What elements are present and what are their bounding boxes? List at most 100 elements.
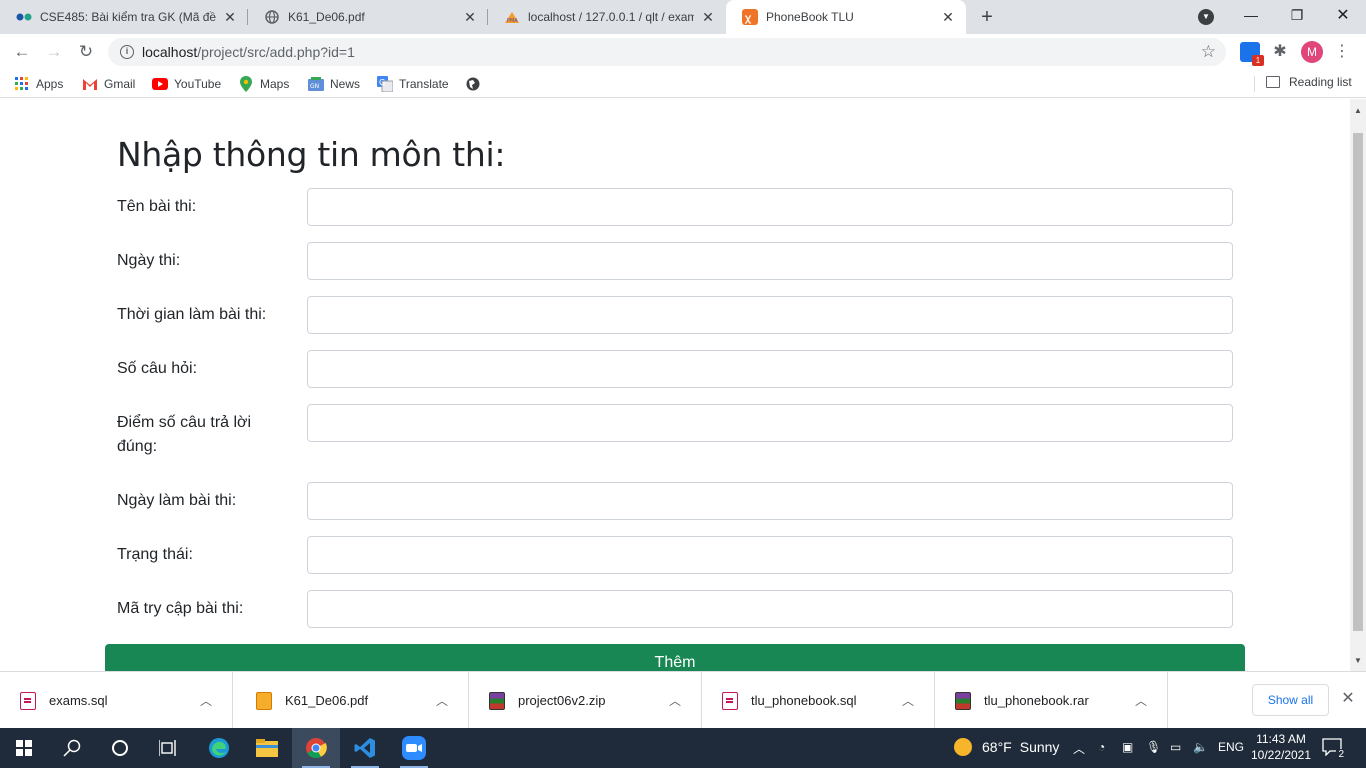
diem-so-input[interactable] bbox=[307, 404, 1233, 442]
page-scrollbar[interactable]: ▲ ▼ bbox=[1350, 99, 1366, 671]
translate-icon: G bbox=[377, 76, 393, 92]
download-item[interactable]: tlu_phonebook.rar ︿ bbox=[935, 672, 1168, 729]
browser-toolbar: ← → ↻ i localhost/project/src/add.php?id… bbox=[0, 34, 1366, 70]
svg-text:GN: GN bbox=[310, 83, 319, 90]
new-tab-button[interactable]: + bbox=[976, 6, 998, 28]
sql-file-icon bbox=[722, 691, 738, 710]
so-cau-hoi-input[interactable] bbox=[307, 350, 1233, 388]
restore-icon[interactable]: ❐ bbox=[1274, 0, 1320, 30]
chevron-up-icon[interactable]: ︿ bbox=[1073, 740, 1085, 757]
bookmark-star-icon[interactable]: ☆ bbox=[1201, 42, 1216, 62]
bookmark-label: YouTube bbox=[174, 77, 222, 91]
microphone-icon[interactable]: 🎙 bbox=[1146, 740, 1161, 754]
back-arrow-icon[interactable]: ← bbox=[10, 40, 34, 64]
wifi-icon[interactable]: ◔ bbox=[1098, 740, 1105, 754]
reading-list-icon bbox=[1266, 76, 1280, 88]
svg-text:PMA: PMA bbox=[507, 18, 518, 24]
reading-list-button[interactable]: Reading list bbox=[1266, 75, 1352, 89]
extension-badge: 1 bbox=[1252, 55, 1264, 66]
reading-list-label: Reading list bbox=[1289, 75, 1352, 89]
tab-close-icon[interactable]: ✕ bbox=[940, 9, 956, 25]
chevron-up-icon[interactable]: ︿ bbox=[434, 692, 450, 709]
site-info-icon[interactable]: i bbox=[120, 45, 134, 59]
chrome-icon[interactable] bbox=[292, 728, 340, 768]
notification-icon[interactable]: 2 bbox=[1322, 738, 1346, 760]
profile-avatar[interactable]: M bbox=[1301, 41, 1323, 63]
bookmark-globe[interactable] bbox=[465, 75, 487, 93]
tab-search-icon[interactable]: ▼ bbox=[1198, 9, 1214, 25]
edge-icon[interactable] bbox=[195, 728, 243, 768]
bookmark-translate[interactable]: G Translate bbox=[377, 75, 449, 93]
thoi-gian-input[interactable] bbox=[307, 296, 1233, 334]
download-filename: exams.sql bbox=[49, 693, 108, 708]
ten-bai-thi-input[interactable] bbox=[307, 188, 1233, 226]
clock-time: 11:43 AM bbox=[1256, 732, 1306, 746]
zoom-icon[interactable] bbox=[390, 728, 438, 768]
chevron-up-icon[interactable]: ︿ bbox=[1133, 692, 1149, 709]
apps-grid-icon bbox=[14, 76, 30, 92]
cortana-icon[interactable] bbox=[96, 728, 144, 768]
scroll-up-arrow-icon[interactable]: ▲ bbox=[1350, 103, 1366, 119]
search-icon[interactable] bbox=[48, 728, 96, 768]
bookmark-apps[interactable]: Apps bbox=[14, 75, 63, 93]
reload-icon[interactable]: ↻ bbox=[74, 40, 98, 64]
tab-title: CSE485: Bài kiểm tra GK (Mã đề 0 bbox=[40, 10, 216, 24]
page-viewport: Nhập thông tin môn thi: Tên bài thi: Ngà… bbox=[0, 99, 1350, 671]
file-explorer-icon[interactable] bbox=[243, 728, 291, 768]
label-ma-truy-cap: Mã try cập bài thi: bbox=[117, 600, 244, 617]
chevron-up-icon[interactable]: ︿ bbox=[198, 692, 214, 709]
download-item[interactable]: K61_De06.pdf ︿ bbox=[236, 672, 469, 729]
bookmark-label: Translate bbox=[399, 77, 449, 91]
tab-cse485[interactable]: CSE485: Bài kiểm tra GK (Mã đề 0 ✕ bbox=[0, 0, 248, 34]
label-thoi-gian: Thời gian làm bài thi: bbox=[117, 306, 267, 323]
address-bar[interactable]: i localhost/project/src/add.php?id=1 ☆ bbox=[108, 38, 1226, 66]
xampp-icon: ꭓ bbox=[742, 9, 758, 25]
download-item[interactable]: project06v2.zip ︿ bbox=[469, 672, 702, 729]
vscode-icon[interactable] bbox=[341, 728, 389, 768]
page-title: Nhập thông tin môn thi: bbox=[117, 135, 506, 174]
download-item[interactable]: tlu_phonebook.sql ︿ bbox=[702, 672, 935, 729]
bookmark-gmail[interactable]: Gmail bbox=[82, 75, 135, 93]
scroll-down-arrow-icon[interactable]: ▼ bbox=[1350, 653, 1366, 669]
system-clock[interactable]: 11:43 AM 10/22/2021 bbox=[1249, 731, 1313, 763]
scroll-thumb[interactable] bbox=[1353, 133, 1363, 631]
bookmark-maps[interactable]: Maps bbox=[238, 75, 289, 93]
ngay-lam-bai-input[interactable] bbox=[307, 482, 1233, 520]
extension-icon[interactable]: 1 bbox=[1240, 42, 1264, 66]
close-icon[interactable]: ✕ bbox=[1340, 691, 1356, 707]
battery-icon[interactable]: ▭ bbox=[1170, 740, 1181, 754]
tab-close-icon[interactable]: ✕ bbox=[222, 9, 238, 25]
volume-icon[interactable]: 🔈 bbox=[1193, 740, 1208, 754]
task-view-icon[interactable] bbox=[144, 728, 192, 768]
window-close-icon[interactable]: ✕ bbox=[1320, 0, 1366, 30]
weather-widget[interactable]: 68°F Sunny bbox=[954, 738, 1059, 756]
chevron-up-icon[interactable]: ︿ bbox=[667, 692, 683, 709]
tab-phonebook[interactable]: ꭓ PhoneBook TLU ✕ bbox=[726, 0, 966, 34]
bookmarks-divider bbox=[1254, 76, 1255, 92]
trang-thai-input[interactable] bbox=[307, 536, 1233, 574]
bookmark-youtube[interactable]: YouTube bbox=[152, 75, 221, 93]
globe-icon bbox=[465, 76, 481, 92]
show-all-button[interactable]: Show all bbox=[1252, 684, 1329, 716]
url-host: localhost bbox=[142, 44, 198, 60]
tab-close-icon[interactable]: ✕ bbox=[462, 9, 478, 25]
bookmark-news[interactable]: GN News bbox=[308, 75, 360, 93]
clock-date: 10/22/2021 bbox=[1250, 748, 1312, 762]
download-item[interactable]: exams.sql ︿ bbox=[0, 672, 233, 729]
chevron-up-icon[interactable]: ︿ bbox=[900, 692, 916, 709]
device-icon[interactable]: ▣ bbox=[1122, 740, 1133, 754]
them-submit-button[interactable]: Thêm bbox=[105, 644, 1245, 671]
weather-temp: 68°F bbox=[982, 739, 1012, 755]
forward-arrow-icon[interactable]: → bbox=[42, 40, 66, 64]
extensions-puzzle-icon[interactable]: ✱ bbox=[1270, 42, 1290, 62]
ngay-thi-input[interactable] bbox=[307, 242, 1233, 280]
tab-pdf[interactable]: K61_De06.pdf ✕ bbox=[248, 0, 488, 34]
windows-start-icon[interactable] bbox=[0, 728, 48, 768]
menu-kebab-icon[interactable]: ⋮ bbox=[1334, 42, 1350, 62]
language-indicator[interactable]: ENG bbox=[1218, 740, 1244, 754]
ma-truy-cap-input[interactable] bbox=[307, 590, 1233, 628]
minimize-icon[interactable]: — bbox=[1228, 0, 1274, 30]
sql-file-icon bbox=[20, 691, 36, 710]
tab-close-icon[interactable]: ✕ bbox=[700, 9, 716, 25]
tab-phpmyadmin[interactable]: PMA localhost / 127.0.0.1 / qlt / exams … bbox=[488, 0, 726, 34]
